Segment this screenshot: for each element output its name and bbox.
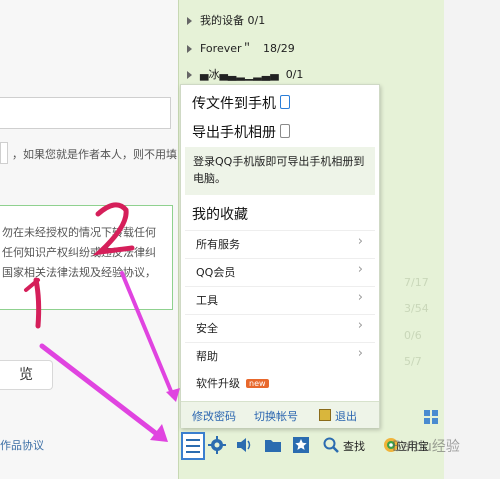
annotation-arrows bbox=[24, 202, 180, 442]
watermark: Baidu经验 bbox=[392, 439, 460, 455]
